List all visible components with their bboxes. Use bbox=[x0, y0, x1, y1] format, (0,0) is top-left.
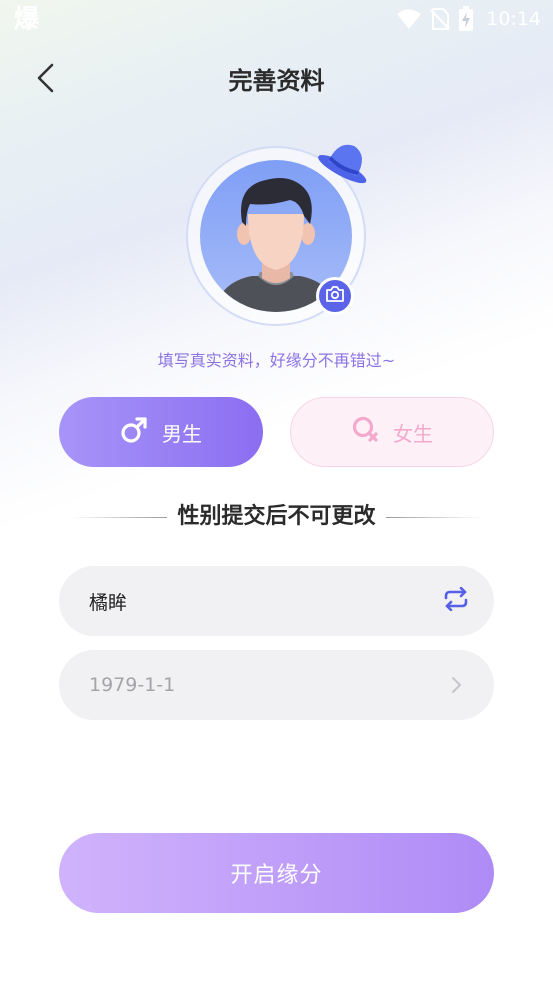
female-symbol-icon bbox=[351, 415, 379, 450]
status-icons: 10:14 bbox=[396, 6, 541, 32]
gender-female-label: 女生 bbox=[393, 421, 433, 446]
chevron-right-icon bbox=[440, 669, 472, 701]
status-bar: 爆 10:14 bbox=[0, 0, 553, 38]
submit-button[interactable]: 开启缘分 bbox=[59, 833, 494, 913]
change-avatar-button[interactable] bbox=[316, 277, 354, 315]
random-nickname-button[interactable] bbox=[440, 585, 472, 617]
gender-female-button[interactable]: 女生 bbox=[290, 397, 494, 467]
wifi-icon bbox=[396, 8, 422, 30]
hat-icon bbox=[316, 134, 376, 190]
birthday-field[interactable]: 1979-1-1 bbox=[59, 650, 494, 720]
male-symbol-icon bbox=[120, 416, 148, 449]
nickname-field bbox=[59, 566, 494, 636]
birthday-value: 1979-1-1 bbox=[89, 674, 176, 696]
refresh-icon bbox=[441, 586, 471, 615]
gender-male-button[interactable]: 男生 bbox=[59, 397, 263, 467]
nickname-input[interactable] bbox=[89, 590, 440, 612]
gender-notice: 性别提交后不可更改 bbox=[0, 500, 553, 534]
status-time: 10:14 bbox=[486, 8, 541, 30]
battery-charging-icon bbox=[458, 6, 474, 32]
page-title: 完善资料 bbox=[228, 67, 325, 95]
hint-text: 填写真实资料，好缘分不再错过~ bbox=[157, 351, 396, 370]
gender-notice-text: 性别提交后不可更改 bbox=[177, 504, 376, 529]
divider-line bbox=[385, 516, 482, 518]
no-sim-icon bbox=[430, 7, 450, 31]
avatar-section bbox=[186, 144, 370, 330]
camera-icon bbox=[325, 285, 345, 307]
divider-line bbox=[71, 516, 168, 518]
app-notification-icon: 爆 bbox=[14, 4, 40, 33]
gender-male-label: 男生 bbox=[162, 421, 202, 446]
